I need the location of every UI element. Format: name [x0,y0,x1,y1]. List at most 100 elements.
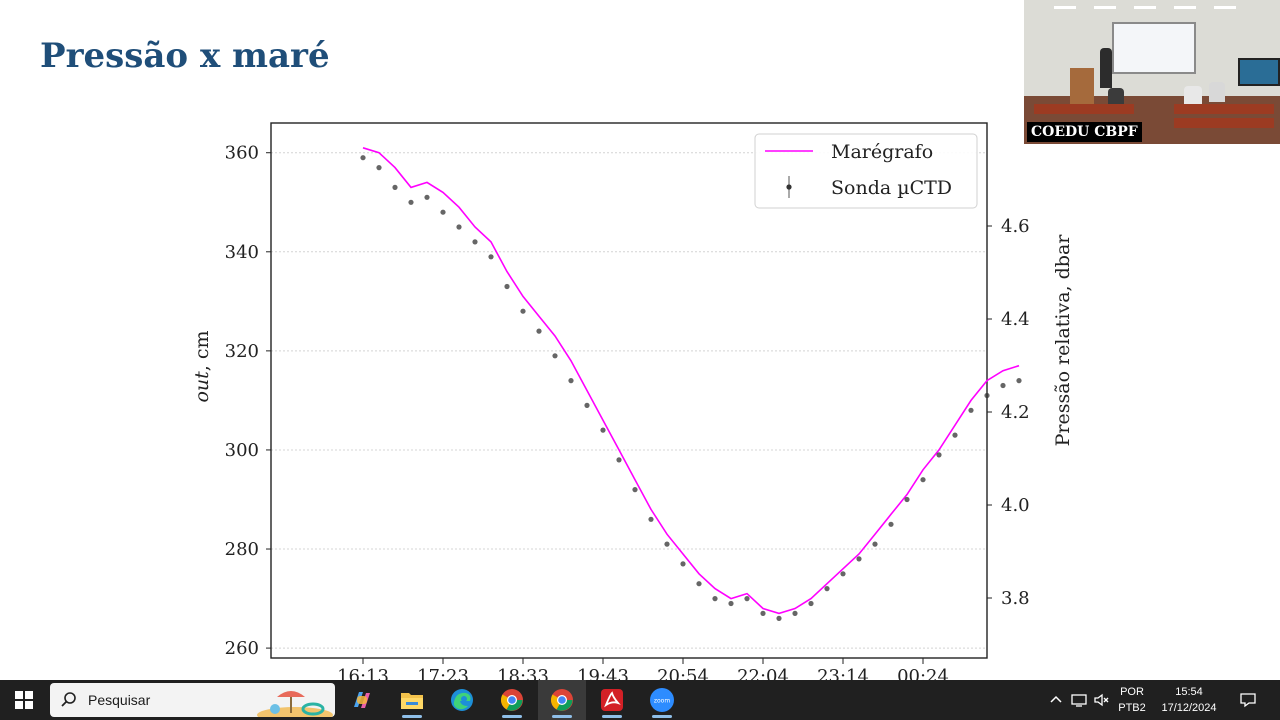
podium [1070,68,1094,108]
y-left-tick-label: 280 [225,539,259,560]
running-indicator [552,715,572,718]
sonda-point [952,432,958,438]
x-tick-label: 17:23 [417,666,469,680]
sonda-point [888,521,894,527]
sonda-point [904,496,910,503]
taskbar-app-edge[interactable] [438,680,486,720]
start-button[interactable] [0,680,48,720]
running-indicator [402,715,422,718]
taskbar: Pesquisar zoom POR PTB2 15:54 17/12/2024 [0,680,1280,720]
y-right-tick-label: 4.4 [1001,309,1030,330]
acrobat-icon [601,689,623,711]
sonda-point [584,402,590,408]
sonda-point [872,541,878,547]
sonda-point [600,427,606,433]
sonda-point [632,487,638,493]
sonda-point [392,184,398,190]
sonda-point [696,581,702,587]
chrome-icon [551,689,573,711]
sonda-point [664,541,670,547]
y-right-tick-label: 3.8 [1001,588,1030,609]
zoom-watermark: zoom [1098,652,1180,682]
sonda-point [456,224,462,230]
taskbar-app-acrobat[interactable] [588,680,636,720]
y-right-axis-label: Pressão relativa, dbar [1052,234,1074,447]
sonda-point [760,610,766,616]
zoom-app-text: zoom [654,698,670,705]
taskbar-app-chrome[interactable] [488,680,536,720]
search-highlight-art-icon [257,691,333,717]
language-indicator[interactable]: POR PTB2 [1116,680,1148,720]
maregrafo-line [362,147,1020,615]
sonda-point [376,165,382,171]
windows-icon [15,691,33,709]
running-indicator [602,715,622,718]
wall-tv [1238,58,1280,86]
legend-label-sonda: Sonda µCTD [831,177,952,199]
x-tick-label: 22:04 [737,666,789,680]
sonda-point [968,407,974,413]
audience-member [1184,86,1202,104]
sonda-point [856,556,862,562]
slide-title: Pressão x maré [40,36,330,76]
sonda-point [472,239,478,245]
sonda-point [568,378,574,384]
audience-member [1108,88,1124,104]
sonda-point [824,586,830,592]
y-right-tick-label: 4.2 [1001,402,1030,423]
network-icon[interactable] [1069,690,1089,710]
sonda-point [936,452,942,458]
search-icon [61,692,76,707]
sonda-point [744,596,750,602]
sonda-point [360,155,366,161]
sonda-point [712,596,718,602]
legend-point-swatch [786,184,792,190]
speaker-muted-icon[interactable] [1092,690,1112,710]
x-tick-label: 18:33 [497,666,549,680]
taskbar-app-zoom[interactable]: zoom [638,680,686,720]
y-left-tick-label: 360 [225,143,259,164]
copilot-icon [354,692,370,708]
video-thumbnail[interactable]: COEDU CBPF [1024,0,1280,144]
ceiling-lights [1054,6,1254,12]
keyboard-layout: PTB2 [1118,702,1146,714]
sonda-point [728,600,734,607]
y-left-tick-label: 260 [225,638,259,659]
y-left-axis-label: out, cm [191,330,213,402]
clock[interactable]: 15:54 17/12/2024 [1152,680,1226,720]
sonda-point [1016,378,1022,384]
sonda-point [776,615,782,621]
running-indicator [652,715,672,718]
sonda-point [552,353,558,359]
file-explorer-icon [401,693,423,709]
sonda-point [520,308,526,314]
x-tick-label: 19:43 [577,666,629,680]
sonda-point [424,194,430,200]
y-left-tick-label: 340 [225,242,259,263]
legend-label-maregrafo: Marégrafo [831,141,933,163]
x-tick-label: 16:13 [337,666,389,680]
sonda-point [1000,382,1006,389]
sonda-point [408,199,414,205]
taskbar-search[interactable]: Pesquisar [50,683,335,717]
sonda-point [792,610,798,616]
audience-member [1209,82,1225,102]
presenter [1100,48,1112,88]
x-tick-label: 00:24 [897,666,949,680]
language-code: POR [1120,686,1144,698]
sonda-point [680,561,686,567]
y-left-tick-label: 320 [225,341,259,362]
sonda-point [616,457,622,463]
sonda-point [440,209,446,215]
x-tick-label: 20:54 [657,666,709,680]
taskbar-app-file-explorer[interactable] [388,680,436,720]
clock-date: 17/12/2024 [1161,702,1217,714]
taskbar-app-chrome-2[interactable] [538,680,586,720]
taskbar-app-copilot[interactable] [338,680,386,720]
projector-screen [1112,22,1196,74]
video-label: COEDU CBPF [1027,122,1142,142]
notification-icon[interactable] [1238,690,1258,710]
x-tick-label: 23:14 [817,666,869,680]
sonda-point [920,477,926,483]
chevron-up-icon[interactable] [1046,690,1066,710]
